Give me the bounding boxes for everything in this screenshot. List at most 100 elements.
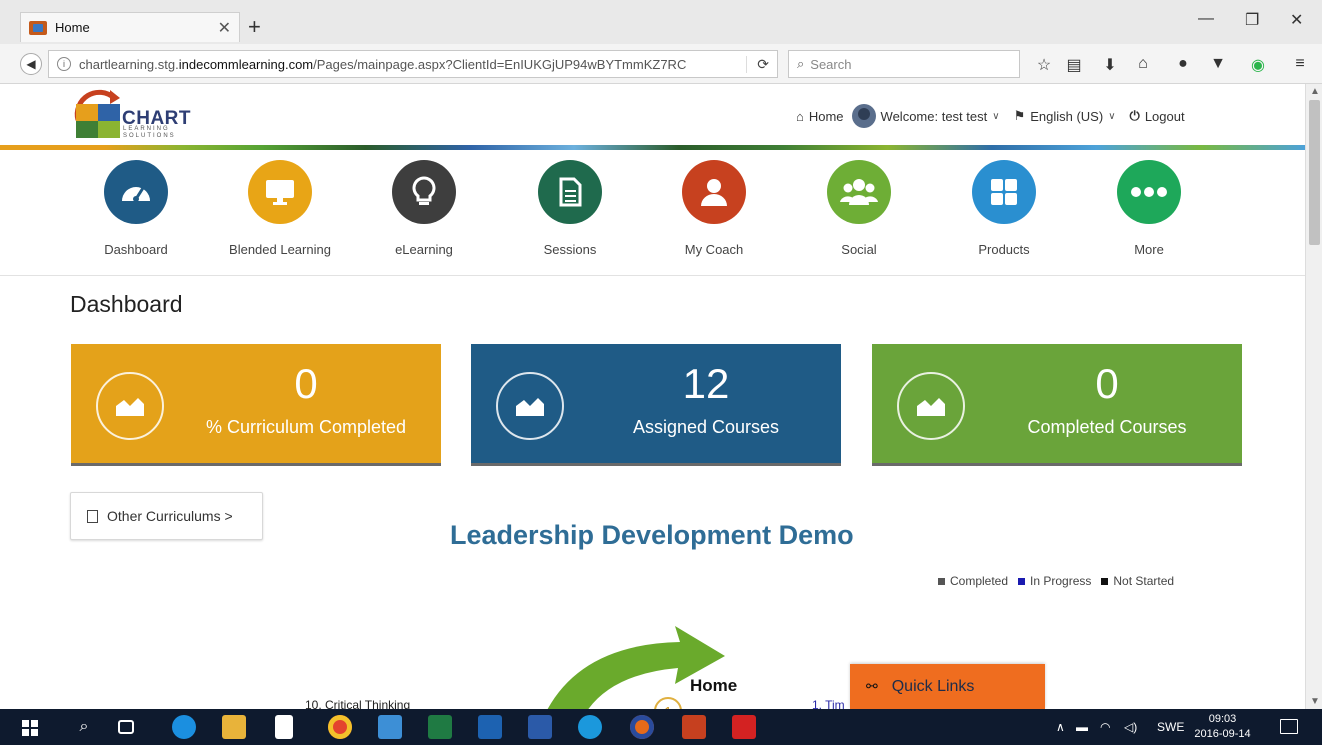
tray-expand-icon[interactable]: ∧ (1056, 720, 1065, 734)
scroll-up-icon[interactable]: ▲ (1310, 86, 1320, 97)
other-curriculums-label: Other Curriculums > (107, 508, 233, 524)
close-tab-icon[interactable]: ✕ (218, 18, 231, 38)
home-icon: ⌂ (796, 108, 804, 124)
page-content: CHART LEARNING SOLUTIONS ⌂ Home Welcome: … (0, 84, 1305, 709)
word-icon[interactable] (528, 715, 552, 739)
stat-value: 12 (682, 360, 730, 407)
restore-window-icon[interactable]: ❐ (1245, 10, 1259, 30)
download-icon[interactable]: ⬇ (1100, 55, 1120, 75)
legend-label: In Progress (1030, 574, 1092, 588)
chart-area-icon (897, 372, 965, 440)
chevron-down-icon: ∨ (1108, 110, 1116, 122)
excel-icon[interactable] (428, 715, 452, 739)
menu-hamburger-icon[interactable]: ≡ (1290, 55, 1310, 73)
other-curriculums-button[interactable]: Other Curriculums > (70, 492, 263, 540)
acrobat-icon[interactable] (732, 715, 756, 739)
nav-dashboard[interactable]: Dashboard (66, 160, 206, 257)
search-icon[interactable]: ⌕ (72, 715, 96, 739)
notifications-icon[interactable] (1280, 719, 1298, 734)
stat-assigned-courses[interactable]: 12 Assigned Courses (471, 344, 841, 466)
edge-browser-icon[interactable] (172, 715, 196, 739)
diagram-step-critical-thinking[interactable]: 10. Critical Thinking (305, 698, 410, 709)
nav-label: More (1134, 242, 1164, 257)
wifi-icon[interactable]: ◠ (1100, 720, 1110, 734)
scroll-down-icon[interactable]: ▼ (1310, 696, 1320, 707)
reload-icon[interactable]: ⟳ (746, 55, 769, 73)
stat-caption: Assigned Courses (632, 417, 780, 437)
avatar (851, 104, 876, 128)
nav-sessions[interactable]: Sessions (500, 160, 640, 257)
outlook-icon[interactable] (478, 715, 502, 739)
minimize-window-icon[interactable]: — (1198, 10, 1214, 28)
nav-label: Social (841, 242, 877, 257)
site-favicon-icon (29, 20, 47, 35)
nav-social[interactable]: Social (789, 160, 929, 257)
legend-swatch (1101, 577, 1109, 585)
chart-logo[interactable]: CHART LEARNING SOLUTIONS (70, 84, 200, 142)
home-link[interactable]: ⌂ Home (796, 109, 844, 124)
task-view-icon[interactable] (118, 720, 134, 734)
diagram-home-label: Home (690, 676, 738, 695)
clock-date: 2016-09-14 (1194, 728, 1251, 740)
powerpoint-icon[interactable] (682, 715, 706, 739)
browser-tab-home[interactable]: Home ✕ (20, 12, 240, 42)
input-language[interactable]: SWE (1157, 720, 1184, 734)
volume-icon[interactable]: ◁) (1124, 720, 1137, 734)
extension-icon[interactable]: ◉ (1248, 55, 1268, 75)
power-icon: ⏻ (1129, 108, 1140, 123)
monitor-icon (248, 160, 312, 224)
welcome-label: Welcome: test test (880, 108, 988, 124)
address-bar[interactable]: i chartlearning.stg.indecommlearning.com… (48, 50, 778, 78)
file-explorer-icon[interactable] (222, 715, 246, 739)
reading-list-icon[interactable]: ▤ (1064, 55, 1084, 75)
lightbulb-icon (392, 160, 456, 224)
user-menu[interactable]: Welcome: test test ∨ (851, 104, 1000, 128)
nav-label: eLearning (395, 242, 453, 257)
chat-icon[interactable]: ● (1173, 55, 1193, 73)
stat-curriculum-completed[interactable]: 0 % Curriculum Completed (71, 344, 441, 466)
nav-label: Blended Learning (229, 242, 331, 257)
program-title: Leadership Development Demo (450, 520, 854, 550)
curriculum-journey-diagram: 1 (547, 626, 725, 709)
back-arrow-icon[interactable]: ◀ (20, 53, 42, 75)
search-input[interactable]: ⌕ Search (788, 50, 1020, 78)
clock-time: 09:03 (1208, 713, 1237, 725)
diagram-step-1[interactable]: 1. Tim (812, 698, 845, 709)
flag-icon: ⚑ (1013, 108, 1026, 123)
nav-label: My Coach (684, 242, 744, 257)
windows-start-icon[interactable] (18, 715, 42, 739)
bookmark-star-icon[interactable]: ☆ (1034, 55, 1054, 75)
language-label: English (US) (1030, 108, 1104, 124)
site-info-icon[interactable]: i (57, 57, 71, 71)
nav-products[interactable]: Products (934, 160, 1074, 257)
nav-more[interactable]: More (1079, 160, 1219, 257)
store-icon[interactable] (275, 715, 293, 739)
skype-icon[interactable] (578, 715, 602, 739)
group-icon (827, 160, 891, 224)
scrollbar-thumb[interactable] (1309, 100, 1320, 245)
progress-legend: Completed In Progress Not Started (938, 574, 1174, 588)
nav-my-coach[interactable]: My Coach (644, 160, 784, 257)
chart-area-icon (496, 372, 564, 440)
quick-links-button[interactable]: ⚯ Quick Links (850, 664, 1045, 709)
home-icon[interactable]: ⌂ (1133, 55, 1153, 73)
nav-blended-learning[interactable]: Blended Learning (210, 160, 350, 257)
chrome-icon[interactable] (328, 715, 352, 739)
battery-icon[interactable]: ▬ (1076, 720, 1088, 734)
stat-completed-courses[interactable]: 0 Completed Courses (872, 344, 1242, 466)
taskbar-clock[interactable]: 09:03 2016-09-14 (1190, 712, 1255, 742)
mail-app-icon[interactable] (378, 715, 402, 739)
close-window-icon[interactable]: ✕ (1290, 10, 1303, 30)
document-icon (87, 509, 98, 523)
legend-label: Completed (950, 574, 1009, 588)
language-menu[interactable]: ⚑ English (US) ∨ (1014, 108, 1116, 124)
new-tab-icon[interactable]: + (248, 14, 261, 40)
home-link-label: Home (808, 108, 844, 124)
dashboard-icon (104, 160, 168, 224)
page-scrollbar[interactable]: ▲ ▼ (1305, 84, 1322, 709)
chart-area-icon (96, 372, 164, 440)
firefox-icon[interactable] (630, 715, 654, 739)
nav-elearning[interactable]: eLearning (354, 160, 494, 257)
logout-link[interactable]: ⏻ Logout (1130, 108, 1185, 124)
pocket-icon[interactable]: ▼ (1208, 55, 1228, 73)
